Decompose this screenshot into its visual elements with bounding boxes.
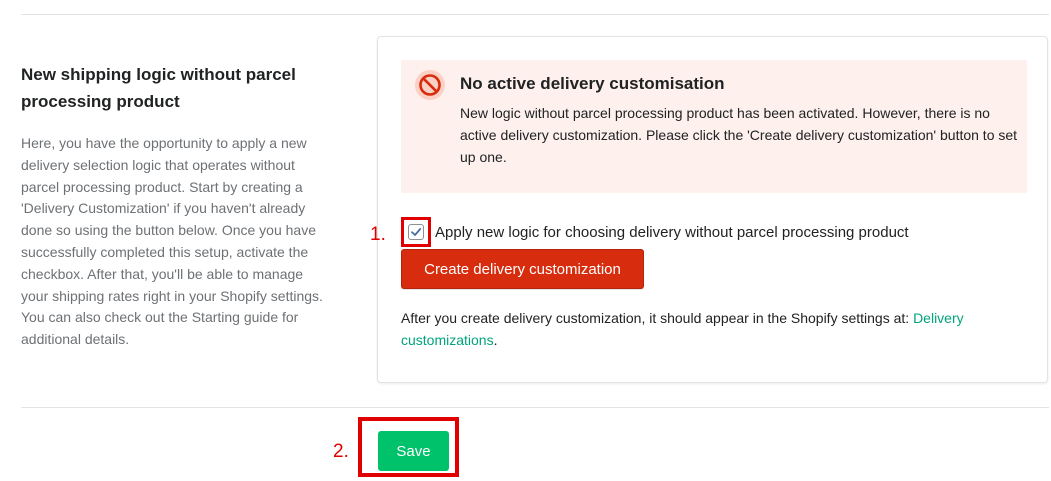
- logic-checkbox-row[interactable]: Apply new logic for choosing delivery wi…: [401, 217, 909, 247]
- logic-checkbox-label[interactable]: Apply new logic for choosing delivery wi…: [435, 224, 909, 241]
- banner-text: New logic without parcel processing prod…: [460, 105, 1018, 165]
- after-create-text: After you create delivery customization,…: [401, 307, 1021, 351]
- annotation-step-2: 2.: [333, 441, 349, 462]
- checkmark-icon: [411, 228, 422, 236]
- checkbox-highlight: [401, 217, 431, 247]
- banner-title: No active delivery customisation: [460, 74, 725, 93]
- after-text-suffix: .: [493, 332, 498, 348]
- section-info: New shipping logic without parcel proces…: [21, 61, 331, 351]
- no-entry-icon: [415, 70, 445, 100]
- section-description: Here, you have the opportunity to apply …: [21, 135, 323, 348]
- top-divider: [21, 14, 1049, 15]
- save-button[interactable]: Save: [378, 431, 449, 471]
- create-delivery-customization-button[interactable]: Create delivery customization: [401, 249, 644, 289]
- critical-banner: No active delivery customisation New log…: [401, 60, 1027, 193]
- bottom-divider: [21, 407, 1049, 408]
- logic-checkbox[interactable]: [408, 224, 424, 240]
- annotation-step-1: 1.: [370, 224, 386, 245]
- settings-card: No active delivery customisation New log…: [377, 36, 1048, 383]
- after-text-prefix: After you create delivery customization,…: [401, 310, 914, 326]
- section-title: New shipping logic without parcel proces…: [21, 65, 296, 111]
